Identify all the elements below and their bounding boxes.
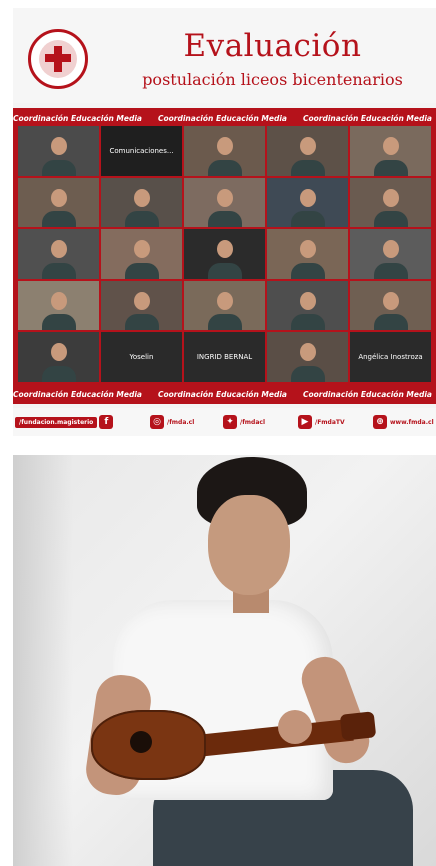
ukulele-headstock: [339, 711, 377, 741]
zoom-tile[interactable]: Yoselin: [101, 332, 182, 382]
participant-face: [299, 188, 316, 207]
zoom-tile[interactable]: Comunicaciones...: [101, 126, 182, 176]
zoom-tile[interactable]: Angélica Inostroza: [350, 332, 431, 382]
participant-body: [41, 314, 76, 331]
zoom-tile[interactable]: [267, 229, 348, 279]
participant-body: [124, 211, 159, 228]
participant-body: [41, 262, 76, 279]
zoom-tile[interactable]: [18, 177, 99, 228]
zoom-tile[interactable]: [184, 177, 265, 228]
zoom-tile[interactable]: [184, 280, 265, 331]
participant-face: [133, 291, 150, 310]
participant-face: [299, 240, 316, 259]
participant-body: [124, 262, 159, 279]
participant-body: [207, 211, 242, 228]
social-facebook[interactable]: /fundacion.magisterio f: [15, 414, 116, 430]
participant-face: [382, 240, 399, 259]
post-header: Evaluación postulación liceos bicentenar…: [13, 8, 436, 103]
participant-face: [299, 136, 316, 155]
participant-face: [216, 188, 233, 207]
twitter-icon: ✦: [223, 415, 237, 429]
band-bottom: Coordinación Educación Media Coordinación…: [13, 390, 432, 399]
participant-body: [207, 159, 242, 176]
participant-face: [299, 343, 316, 362]
participant-face: [382, 136, 399, 155]
zoom-tile[interactable]: [184, 126, 265, 176]
participant-body: [41, 159, 76, 176]
participant-face: [50, 240, 67, 259]
instagram-icon: ◎: [150, 415, 164, 429]
post-subtitle: postulación liceos bicentenarios: [142, 70, 403, 89]
participant-body: [290, 262, 325, 279]
zoom-tile[interactable]: [18, 332, 99, 382]
participant-body: [373, 211, 408, 228]
post-title: Evaluación: [183, 28, 362, 64]
participant-face: [133, 188, 150, 207]
youtube-icon: ▶: [298, 415, 312, 429]
band-top: Coordinación Educación Media Coordinación…: [13, 114, 432, 123]
participant-face: [50, 136, 67, 155]
zoom-tile[interactable]: [18, 280, 99, 331]
participant-body: [373, 314, 408, 331]
social-twitter[interactable]: ✦ /fmdacl: [223, 414, 265, 430]
zoom-grid: Comunicaciones... Yoselin INGRID BERNAL Ang…: [18, 126, 431, 382]
participant-name: INGRID BERNAL: [196, 353, 253, 362]
participant-body: [41, 365, 76, 382]
participant-body: [290, 211, 325, 228]
participant-face: [299, 291, 316, 310]
fmda-post[interactable]: Evaluación postulación liceos bicentenar…: [13, 8, 436, 436]
participant-face: [382, 291, 399, 310]
zoom-tile[interactable]: [350, 229, 431, 279]
zoom-tile[interactable]: [350, 280, 431, 331]
social-bar: /fundacion.magisterio f ◎ /fmda.cl ✦ /fm…: [13, 408, 436, 436]
participant-body: [373, 159, 408, 176]
participant-face: [133, 240, 150, 259]
participant-name: Yoselin: [129, 353, 154, 362]
participant-face: [382, 188, 399, 207]
participant-face: [216, 240, 233, 259]
zoom-tile[interactable]: [184, 229, 265, 279]
zoom-tile[interactable]: [267, 177, 348, 228]
participant-body: [41, 211, 76, 228]
zoom-tile[interactable]: [101, 229, 182, 279]
zoom-tile[interactable]: [267, 332, 348, 382]
ukulele-photo[interactable]: [13, 455, 436, 866]
zoom-tile[interactable]: [18, 126, 99, 176]
zoom-tile[interactable]: INGRID BERNAL: [184, 332, 265, 382]
participant-body: [290, 314, 325, 331]
web-icon: ⊕: [373, 415, 387, 429]
participant-body: [124, 314, 159, 331]
participant-face: [50, 291, 67, 310]
participant-face: [216, 291, 233, 310]
social-instagram[interactable]: ◎ /fmda.cl: [150, 414, 194, 430]
zoom-tile[interactable]: [267, 126, 348, 176]
zoom-tile[interactable]: [18, 229, 99, 279]
participant-body: [207, 314, 242, 331]
ukulele-soundhole: [130, 731, 152, 753]
zoom-tile[interactable]: [267, 280, 348, 331]
participant-body: [290, 365, 325, 382]
zoom-tile[interactable]: [101, 177, 182, 228]
zoom-tile[interactable]: [101, 280, 182, 331]
face: [208, 495, 290, 595]
zoom-tile[interactable]: [350, 126, 431, 176]
social-youtube[interactable]: ▶ /FmdaTV: [298, 414, 345, 430]
participant-face: [50, 188, 67, 207]
participant-name: Comunicaciones...: [109, 146, 174, 155]
participant-body: [207, 262, 242, 279]
participant-name: Angélica Inostroza: [358, 353, 423, 362]
participant-face: [50, 343, 67, 362]
participant-body: [290, 159, 325, 176]
participant-body: [373, 262, 408, 279]
zoom-tile[interactable]: [350, 177, 431, 228]
participant-face: [216, 136, 233, 155]
fretting-hand: [278, 710, 312, 744]
facebook-icon: f: [99, 415, 114, 429]
social-web[interactable]: ⊕ www.fmda.cl: [373, 414, 434, 430]
